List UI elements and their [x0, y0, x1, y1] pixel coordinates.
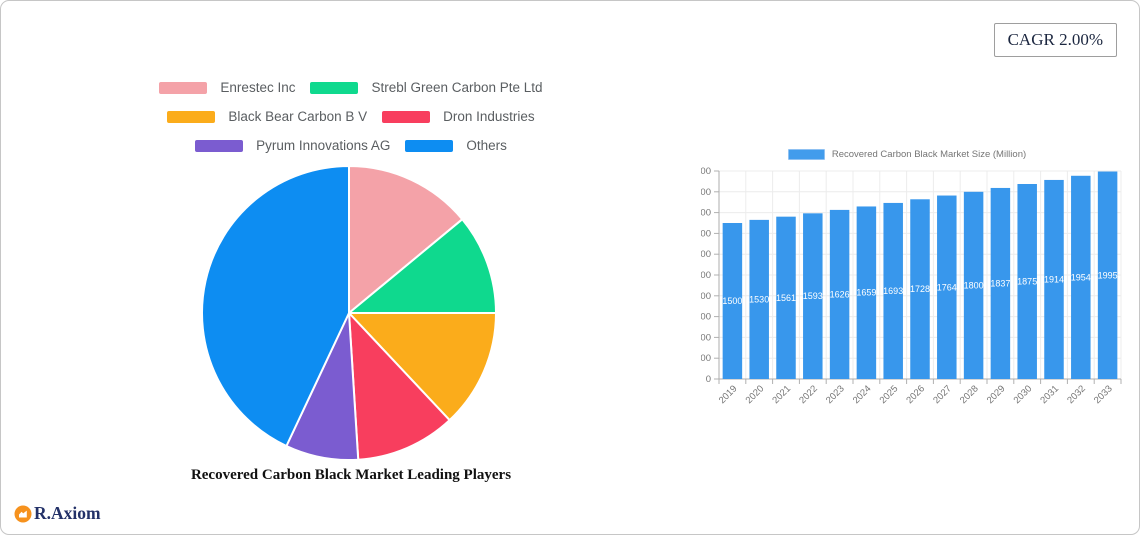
legend-item-dron-industries[interactable]: Dron Industries — [382, 108, 535, 125]
y-tick-label: 400 — [701, 332, 711, 343]
x-tick-label: 2032 — [1065, 383, 1088, 406]
bar-value-label: 1875 — [1017, 277, 1037, 287]
bar-value-label: 1954 — [1071, 272, 1091, 282]
legend-swatch — [167, 110, 216, 123]
pie-legend-row: Enrestec Inc Strebl Green Carbon Pte Ltd — [159, 79, 543, 96]
y-tick-label: 200 — [701, 353, 711, 364]
x-tick-label: 2023 — [824, 383, 847, 406]
y-tick-label: 1200 — [701, 249, 711, 260]
pie-legend-row: Black Bear Carbon B V Dron Industries — [167, 108, 535, 125]
y-tick-label: 1800 — [701, 187, 711, 198]
legend-label: Others — [466, 138, 507, 153]
legend-label: Black Bear Carbon B V — [228, 109, 368, 124]
x-tick-label: 2021 — [770, 383, 793, 406]
bar-value-label: 1995 — [1098, 270, 1118, 280]
legend-swatch — [405, 139, 454, 152]
legend-swatch — [382, 110, 431, 123]
y-tick-label: 800 — [701, 291, 711, 302]
legend-item-others[interactable]: Others — [405, 137, 507, 154]
legend-label: Enrestec Inc — [220, 80, 296, 95]
cagr-badge: CAGR 2.00% — [993, 23, 1117, 57]
bar-chart-svg: 0 200 400 600 800 1000 1200 1400 1600 1800 2000 150… — [701, 166, 1122, 406]
x-tick-label: 2027 — [931, 383, 954, 406]
legend-item-enrestec-inc[interactable]: Enrestec Inc — [159, 79, 295, 96]
bar-value-label: 1530 — [749, 294, 769, 304]
legend-item-pyrum-innovations-ag[interactable]: Pyrum Innovations AG — [195, 137, 390, 154]
bar-value-label: 1800 — [964, 280, 984, 290]
pie-chart-title: Recovered Carbon Black Market Leading Pl… — [190, 467, 512, 483]
bar-value-label: 1764 — [937, 282, 957, 292]
pie-chart — [201, 165, 497, 461]
y-tick-label: 0 — [706, 374, 711, 385]
x-tick-label: 2028 — [958, 383, 981, 406]
bar-value-label: 1693 — [883, 286, 903, 296]
legend-swatch — [310, 81, 359, 94]
y-tick-label: 1400 — [701, 228, 711, 239]
bar-value-label: 1837 — [990, 278, 1010, 288]
x-tick-label: 2025 — [878, 383, 901, 406]
pie-legend: Enrestec Inc Strebl Green Carbon Pte Ltd B… — [1, 79, 701, 154]
brand-name: R.Axiom — [34, 503, 101, 523]
report-card: CAGR 2.00% Enrestec Inc Strebl Green Carb… — [0, 0, 1140, 535]
x-tick-label: 2024 — [851, 383, 874, 406]
legend-item-black-bear-carbon-b-v[interactable]: Black Bear Carbon B V — [167, 108, 367, 125]
x-tick-label: 2030 — [1012, 383, 1035, 406]
bar-value-label: 1914 — [1044, 274, 1064, 284]
legend-label: Pyrum Innovations AG — [256, 138, 391, 153]
y-tick-label: 600 — [701, 312, 711, 323]
legend-label: Dron Industries — [443, 109, 535, 124]
x-tick-label: 2031 — [1038, 383, 1061, 406]
brand-logo: R.Axiom — [14, 503, 101, 524]
x-tick-label: 2020 — [744, 383, 767, 406]
bar-chart-area: Recovered Carbon Black Market Size (Mill… — [701, 141, 1133, 421]
bar-value-label: 1626 — [830, 289, 850, 299]
pie-legend-row: Pyrum Innovations AG Others — [195, 137, 507, 154]
legend-swatch — [195, 139, 244, 152]
x-tick-label: 2029 — [985, 383, 1008, 406]
bar-value-label: 1561 — [776, 293, 796, 303]
legend-label: Strebl Green Carbon Pte Ltd — [371, 80, 543, 95]
y-tick-label: 1000 — [701, 270, 711, 281]
x-tick-label: 2019 — [717, 383, 740, 406]
legend-item-strebl-green-carbon-pte-ltd[interactable]: Strebl Green Carbon Pte Ltd — [310, 79, 543, 96]
x-tick-label: 2033 — [1092, 383, 1115, 406]
y-tick-label: 2000 — [701, 166, 711, 177]
bar-value-label: 1728 — [910, 284, 930, 294]
bar-value-label: 1500 — [722, 296, 742, 306]
x-tick-label: 2022 — [797, 383, 820, 406]
bar-value-label: 1659 — [856, 288, 876, 298]
bar-value-label: 1593 — [803, 291, 823, 301]
y-tick-label: 1600 — [701, 208, 711, 219]
legend-swatch — [159, 81, 208, 94]
chart-icon — [14, 505, 32, 522]
x-tick-label: 2026 — [904, 383, 927, 406]
